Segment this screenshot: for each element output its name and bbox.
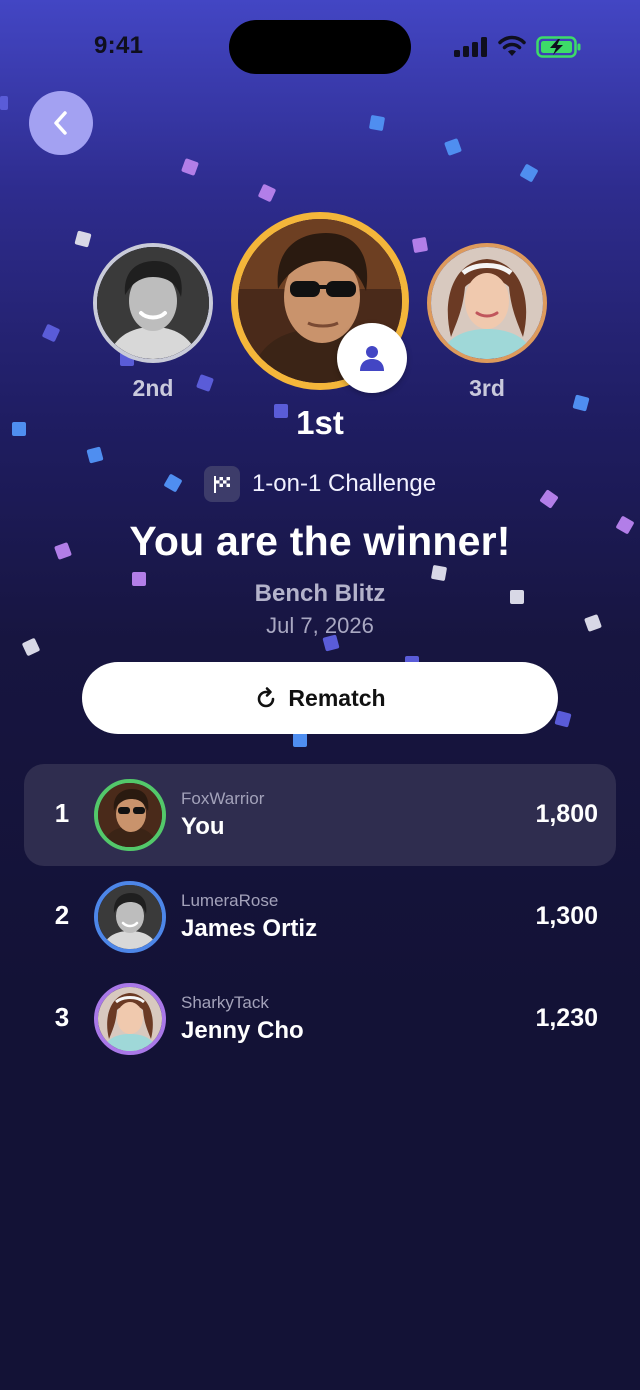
leaderboard: 1 FoxWarrior You 1,800 2 LumeraRose Jame…: [24, 764, 616, 1070]
player-handle: FoxWarrior: [181, 789, 265, 808]
player-name: Jenny Cho: [181, 1017, 304, 1044]
third-place-label: 3rd: [469, 375, 505, 401]
leaderboard-row[interactable]: 1 FoxWarrior You 1,800: [24, 764, 616, 866]
rematch-button[interactable]: Rematch: [82, 662, 558, 734]
person-icon: [360, 346, 384, 371]
cellular-signal-icon: [454, 37, 487, 57]
battery-charging-icon: [536, 36, 581, 58]
confetti-piece: [86, 446, 104, 464]
confetti-piece: [257, 183, 277, 203]
confetti-piece: [554, 710, 572, 728]
player-handle: LumeraRose: [181, 891, 279, 910]
player-score: 1,300: [535, 902, 598, 930]
refresh-icon: [258, 687, 275, 708]
chevron-left-icon: [54, 111, 67, 135]
third-place-avatar[interactable]: [427, 243, 547, 363]
rank-number: 3: [54, 1002, 70, 1032]
confetti-piece: [572, 394, 590, 412]
player-name: James Ortiz: [181, 915, 318, 942]
confetti-piece: [411, 236, 429, 254]
rank-number: 2: [54, 900, 70, 930]
game-date: Jul 7, 2026: [266, 613, 374, 638]
second-place-label: 2nd: [132, 375, 174, 401]
leaderboard-row[interactable]: 2 LumeraRose James Ortiz 1,300: [24, 866, 616, 968]
avatar: [94, 881, 166, 953]
wifi-icon: [498, 35, 526, 56]
confetti-piece: [444, 138, 462, 156]
confetti-piece: [181, 158, 199, 176]
avatar: [94, 779, 166, 851]
confetti-piece: [519, 163, 539, 183]
second-place-avatar[interactable]: [93, 243, 213, 363]
current-user-badge: [337, 323, 407, 393]
game-name: Bench Blitz: [254, 580, 386, 607]
rank-number: 1: [54, 798, 70, 828]
avatar: [94, 983, 166, 1055]
challenge-type: 1-on-1 Challenge: [0, 466, 640, 502]
status-time: 9:41: [94, 32, 144, 59]
confetti-piece: [41, 323, 61, 343]
player-score: 1,800: [535, 800, 598, 828]
confetti-piece: [12, 422, 26, 436]
confetti-piece: [74, 230, 92, 248]
confetti-piece: [21, 637, 41, 657]
back-button[interactable]: [29, 91, 93, 155]
first-place-label: 1st: [296, 404, 344, 441]
winner-headline: You are the winner!: [129, 518, 511, 564]
confetti-piece: [430, 564, 448, 582]
confetti-piece: [293, 733, 307, 747]
dynamic-island: [229, 20, 411, 74]
player-name: You: [181, 813, 225, 840]
rematch-label: Rematch: [288, 684, 386, 711]
checkered-flag-icon: [203, 466, 240, 502]
player-handle: SharkyTack: [181, 993, 269, 1012]
player-score: 1,230: [535, 1004, 598, 1032]
confetti-piece: [0, 96, 8, 110]
leaderboard-row[interactable]: 3 SharkyTack Jenny Cho 1,230: [24, 968, 616, 1070]
confetti-piece: [368, 114, 386, 132]
challenge-label: 1-on-1 Challenge: [251, 470, 437, 497]
